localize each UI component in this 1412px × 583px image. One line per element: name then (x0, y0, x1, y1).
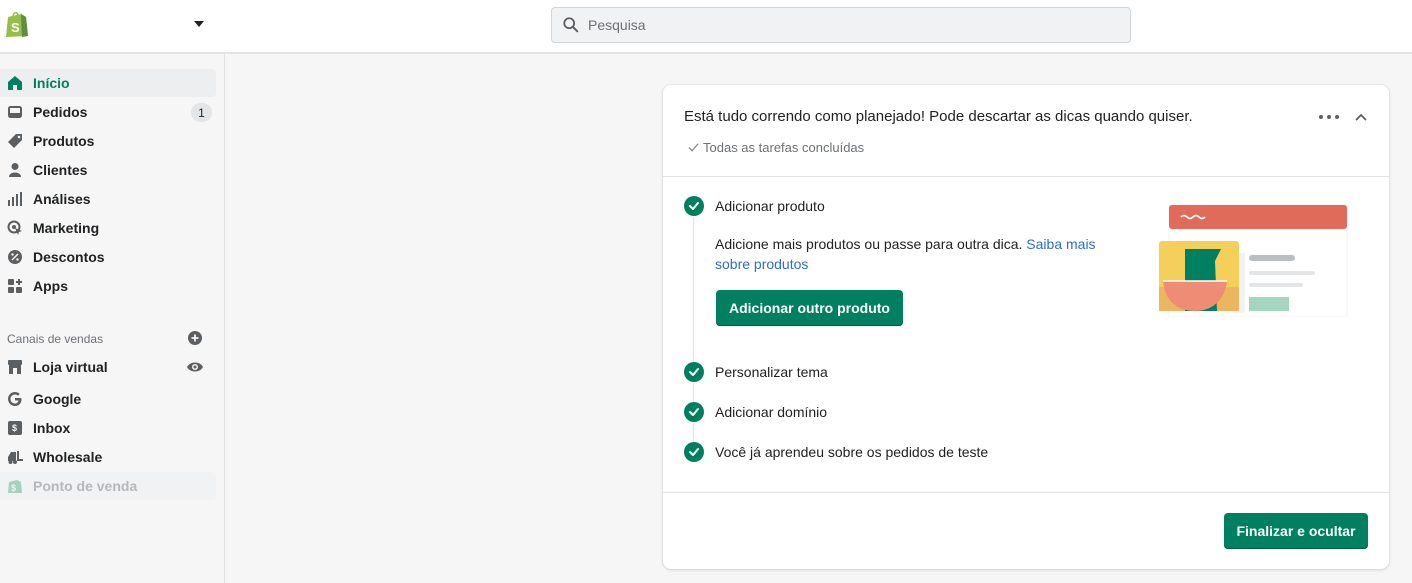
tag-icon (7, 133, 23, 149)
card-footer-divider (663, 492, 1389, 493)
sidebar-item-label: Marketing (33, 220, 100, 236)
top-bar: S (0, 0, 1412, 53)
sidebar-item-label: Pedidos (33, 104, 88, 120)
discount-icon (7, 249, 23, 265)
checkmark-icon (688, 143, 699, 152)
card-subtitle: Todas as tarefas concluídas (688, 140, 864, 155)
sidebar-item-produtos[interactable]: Produtos (0, 127, 216, 155)
truck-icon (7, 449, 23, 465)
sidebar-item-label: Loja virtual (33, 359, 108, 375)
completed-check-icon (684, 362, 704, 382)
sidebar-item-label: Clientes (33, 162, 88, 178)
tasks-complete-text: Todas as tarefas concluídas (703, 140, 865, 155)
shopify-bag-icon: $ (7, 478, 23, 494)
svg-text:$: $ (11, 483, 16, 493)
bar-chart-icon (7, 191, 23, 207)
completed-check-icon (684, 196, 704, 216)
task-connector (693, 217, 694, 369)
search-input[interactable] (588, 17, 1108, 33)
shopify-logo-icon[interactable]: S (4, 10, 30, 38)
setup-guide-card: Está tudo correndo como planejado! Pode … (663, 85, 1389, 569)
completed-check-icon (684, 442, 704, 462)
dot-icon (1327, 115, 1331, 119)
task-connector (693, 383, 694, 403)
sidebar-item-descontos[interactable]: Descontos (0, 243, 216, 271)
sidebar-item-label: Análises (33, 191, 91, 207)
sidebar-item-analises[interactable]: Análises (0, 185, 216, 213)
completed-check-icon (684, 402, 704, 422)
finish-and-hide-button[interactable]: Finalizar e ocultar (1224, 513, 1368, 549)
inbox-chat-icon: $ (7, 420, 23, 436)
sidebar: Início Pedidos 1 Produtos Clientes Análi… (0, 54, 225, 583)
sidebar-item-marketing[interactable]: Marketing (0, 214, 216, 242)
svg-text:$: $ (12, 423, 17, 433)
search-bar[interactable] (551, 7, 1131, 43)
sidebar-item-label: Descontos (33, 249, 105, 265)
google-icon (7, 391, 23, 407)
sidebar-item-inbox[interactable]: $ Inbox (0, 414, 216, 442)
more-options-button[interactable] (1319, 112, 1339, 122)
sidebar-item-label: Início (33, 75, 70, 91)
card-header: Está tudo correndo como planejado! Pode … (663, 85, 1389, 177)
sidebar-item-google[interactable]: Google (0, 385, 216, 413)
task-title[interactable]: Adicionar produto (715, 198, 825, 214)
search-icon (563, 17, 579, 33)
dot-icon (1319, 115, 1323, 119)
task-description: Adicione mais produtos ou passe para out… (715, 234, 1105, 274)
sidebar-item-label: Inbox (33, 420, 71, 436)
dot-icon (1335, 115, 1339, 119)
card-title: Está tudo correndo como planejado! Pode … (684, 108, 1193, 125)
sidebar-item-pedidos[interactable]: Pedidos 1 (0, 98, 216, 126)
svg-text:S: S (11, 20, 20, 35)
sidebar-item-label: Google (33, 391, 82, 407)
home-icon (7, 75, 23, 91)
task-connector (693, 423, 694, 443)
sidebar-item-clientes[interactable]: Clientes (0, 156, 216, 184)
orders-count-badge: 1 (191, 103, 212, 122)
sidebar-item-wholesale[interactable]: Wholesale (0, 443, 216, 471)
chevron-up-icon[interactable] (1353, 109, 1369, 125)
task-title[interactable]: Personalizar tema (715, 364, 828, 380)
sidebar-item-ponto-de-venda[interactable]: $ Ponto de venda (0, 472, 216, 500)
add-sales-channel-icon[interactable] (188, 331, 202, 345)
target-icon (7, 220, 23, 236)
sidebar-item-apps[interactable]: Apps (0, 272, 216, 300)
apps-icon (7, 278, 23, 294)
sidebar-item-label: Produtos (33, 133, 95, 149)
add-another-product-button[interactable]: Adicionar outro produto (716, 290, 903, 326)
person-icon (7, 162, 23, 178)
store-icon (7, 359, 23, 375)
sales-channels-title: Canais de vendas (7, 332, 104, 346)
inbox-icon (7, 104, 23, 120)
sidebar-item-label: Apps (33, 278, 68, 294)
task-description-text: Adicione mais produtos ou passe para out… (715, 236, 1023, 252)
task-title[interactable]: Você já aprendeu sobre os pedidos de tes… (715, 444, 988, 460)
task-title[interactable]: Adicionar domínio (715, 404, 827, 420)
store-menu-caret-icon[interactable] (194, 21, 204, 27)
sidebar-item-inicio[interactable]: Início (0, 69, 216, 97)
view-store-eye-icon[interactable] (187, 360, 203, 374)
sidebar-item-label: Ponto de venda (33, 478, 138, 494)
sidebar-item-loja-virtual[interactable]: Loja virtual (0, 353, 216, 381)
sidebar-item-label: Wholesale (33, 449, 103, 465)
store-illustration (1159, 204, 1348, 317)
